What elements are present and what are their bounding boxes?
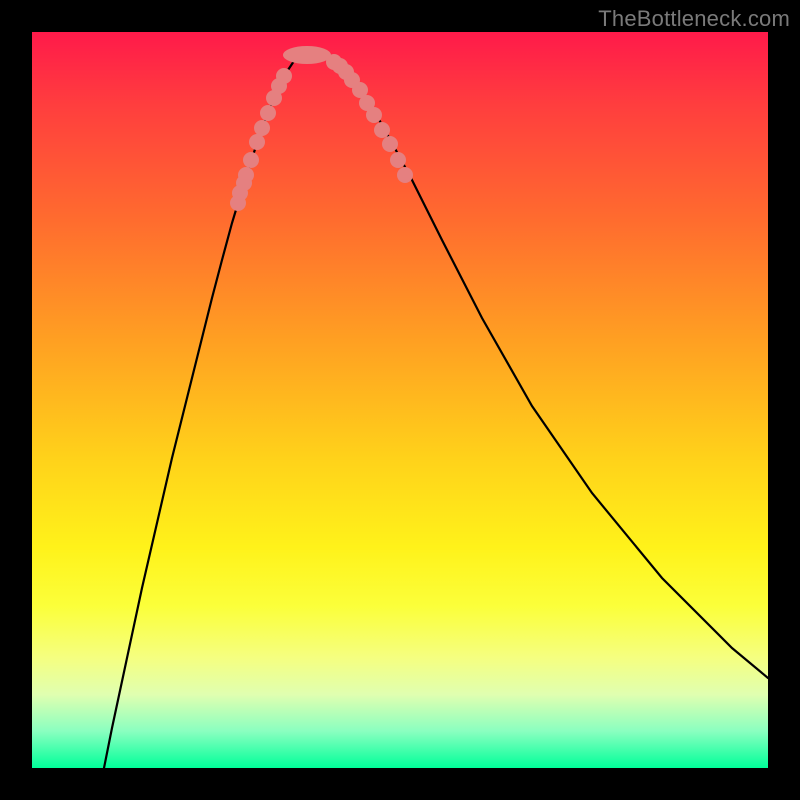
data-marker bbox=[390, 152, 406, 168]
chart-svg bbox=[32, 32, 768, 768]
data-marker bbox=[260, 105, 276, 121]
data-marker bbox=[276, 68, 292, 84]
data-marker bbox=[249, 134, 265, 150]
data-marker bbox=[397, 167, 413, 183]
data-marker bbox=[238, 167, 254, 183]
data-marker bbox=[243, 152, 259, 168]
data-marker-minimum bbox=[283, 46, 331, 64]
data-marker bbox=[382, 136, 398, 152]
data-marker bbox=[254, 120, 270, 136]
data-marker bbox=[374, 122, 390, 138]
chart-plot-area bbox=[32, 32, 768, 768]
watermark-text: TheBottleneck.com bbox=[598, 6, 790, 32]
data-markers bbox=[230, 46, 413, 211]
bottleneck-curve bbox=[100, 54, 768, 788]
data-marker bbox=[366, 107, 382, 123]
